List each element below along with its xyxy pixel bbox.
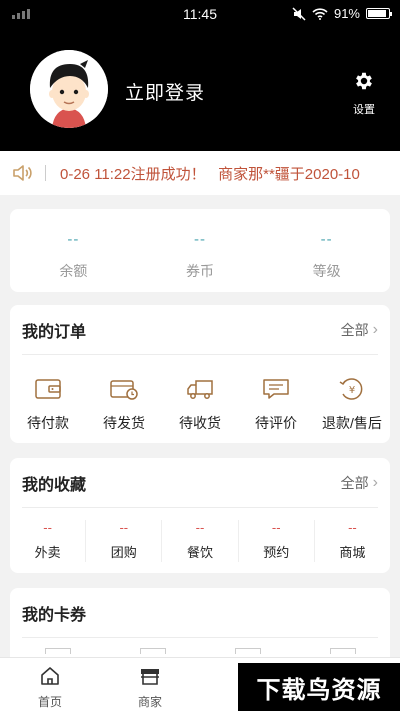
favorites-section: 我的收藏 全部 › -- 外卖 -- 团购 -- 餐饮 -- 预约 -- 商城 (10, 458, 390, 573)
card-item-icon[interactable] (44, 648, 71, 654)
cards-items (10, 638, 390, 654)
favorite-label: 商城 (339, 545, 366, 560)
favorite-mall[interactable]: -- 商城 (313, 520, 390, 562)
card-item-icon[interactable] (139, 648, 166, 654)
card-item-icon[interactable] (234, 648, 261, 654)
chevron-right-icon: › (372, 473, 378, 491)
stat-label: 券币 (186, 263, 214, 279)
orders-title: 我的订单 (22, 323, 87, 341)
stat-balance[interactable]: -- 余额 (10, 209, 137, 292)
tab-label: 首页 (37, 695, 62, 709)
favorites-title: 我的收藏 (22, 476, 87, 494)
wallet-icon (35, 379, 61, 399)
notice-text: 0-26 11:22注册成功！ 商家那**疆于2020-10 (60, 166, 360, 183)
order-label: 退款/售后 (322, 415, 382, 431)
stat-label: 余额 (59, 263, 88, 279)
truck-icon (187, 380, 213, 399)
tab-merchants[interactable]: 商家 (100, 658, 200, 711)
order-pending-review[interactable]: 待评价 (238, 375, 314, 433)
favorite-count: -- (119, 520, 129, 535)
profile-header: 11:45 91% 立即登录 设置 (0, 0, 400, 151)
favorite-booking[interactable]: -- 预约 (237, 520, 314, 562)
battery-icon (366, 8, 392, 19)
account-stats: -- 余额 -- 券币 -- 等级 (10, 209, 390, 292)
favorite-count: -- (348, 520, 357, 535)
order-pending-shipment[interactable]: 待发货 (86, 375, 162, 433)
stat-value: -- (194, 231, 206, 248)
wifi-icon (312, 7, 328, 20)
store-icon (141, 669, 159, 685)
notice-bar[interactable]: 0-26 11:22注册成功！ 商家那**疆于2020-10 (0, 151, 400, 195)
favorite-takeout[interactable]: -- 外卖 (10, 520, 85, 562)
stat-coupons[interactable]: -- 券币 (137, 209, 264, 292)
orders-all-label: 全部 (340, 321, 369, 338)
mute-icon (292, 6, 306, 21)
favorite-label: 团购 (110, 545, 137, 560)
orders-section: 我的订单 全部 › 待付款 待发货 待收货 待评价 ¥ 退款/售后 (10, 305, 390, 443)
settings-label: 设置 (353, 104, 375, 116)
stat-value: -- (320, 231, 333, 248)
svg-text:¥: ¥ (349, 385, 355, 396)
favorite-groupbuy[interactable]: -- 团购 (85, 520, 161, 562)
favorite-count: -- (195, 520, 205, 535)
battery-percent: 91% (333, 6, 360, 21)
notice-divider (45, 165, 46, 181)
watermark: 下载鸟资源 (238, 663, 400, 711)
stat-value: -- (67, 231, 80, 248)
cards-section: 我的卡券 (10, 588, 390, 668)
favorite-dining[interactable]: -- 餐饮 (161, 520, 237, 562)
favorite-count: -- (271, 520, 281, 535)
favorites-all-label: 全部 (340, 474, 369, 491)
favorite-label: 餐饮 (187, 545, 214, 560)
favorite-count: -- (43, 520, 52, 535)
tab-home[interactable]: 首页 (0, 658, 100, 711)
stat-label: 等级 (312, 263, 341, 279)
home-icon (41, 667, 59, 685)
speaker-icon (13, 165, 32, 181)
status-bar: 11:45 91% (0, 0, 400, 28)
cards-title: 我的卡券 (22, 606, 87, 624)
refund-icon: ¥ (339, 378, 363, 400)
order-label: 待评价 (255, 415, 297, 431)
package-clock-icon (110, 380, 138, 400)
stat-level[interactable]: -- 等级 (263, 209, 390, 292)
order-refund[interactable]: ¥ 退款/售后 (314, 375, 390, 433)
tab-label: 商家 (137, 695, 162, 709)
order-label: 待收货 (179, 415, 221, 431)
order-pending-receipt[interactable]: 待收货 (162, 375, 238, 433)
order-label: 待付款 (27, 415, 69, 431)
order-pending-payment[interactable]: 待付款 (10, 375, 86, 433)
order-label: 待发货 (103, 415, 145, 431)
avatar[interactable] (30, 50, 108, 128)
login-link[interactable]: 立即登录 (125, 78, 205, 105)
comment-icon (263, 379, 289, 399)
favorite-label: 预约 (263, 545, 290, 560)
favorites-all-link[interactable]: 全部 › (341, 473, 378, 493)
gear-icon (356, 72, 372, 90)
chevron-right-icon: › (372, 320, 378, 338)
card-item-icon[interactable] (329, 648, 356, 654)
orders-all-link[interactable]: 全部 › (341, 320, 378, 340)
favorite-label: 外卖 (34, 545, 61, 560)
settings-button[interactable]: 设置 (346, 70, 382, 117)
